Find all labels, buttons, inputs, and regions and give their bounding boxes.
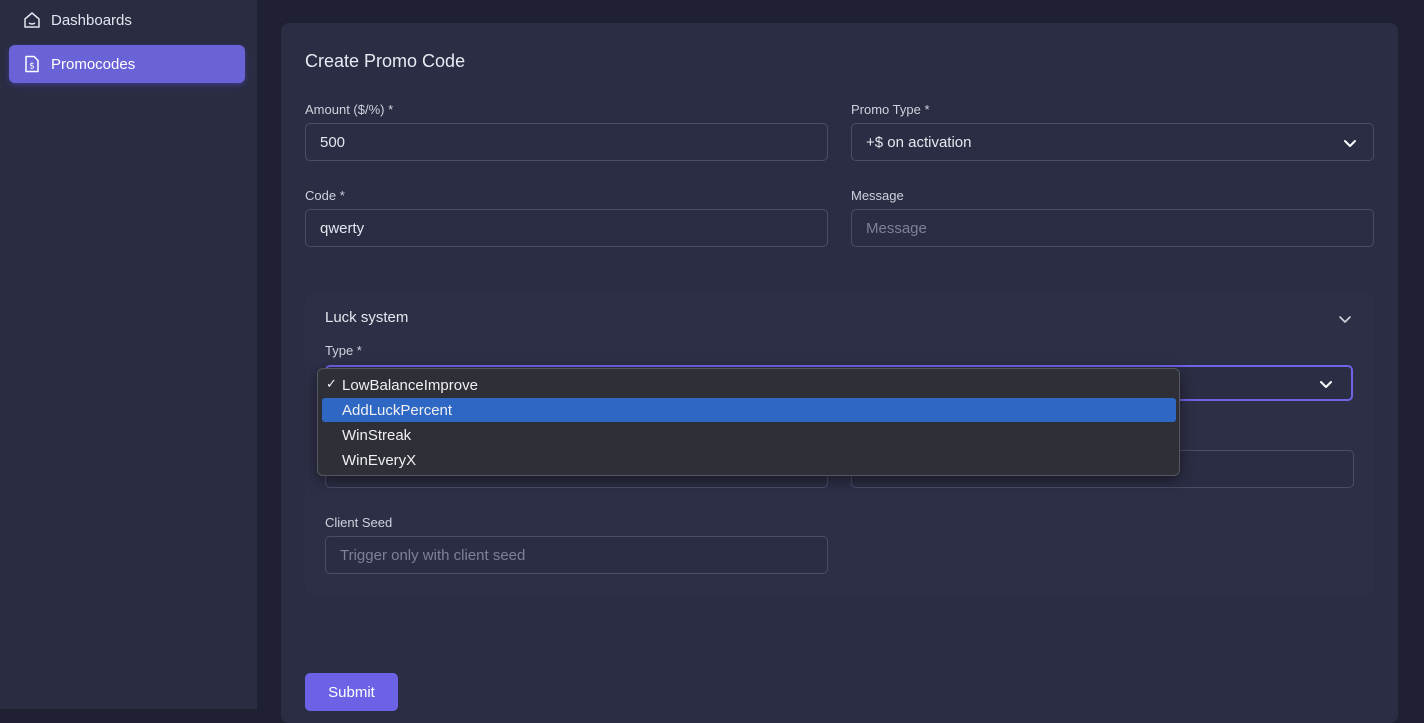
chevron-down-icon bbox=[1344, 140, 1356, 147]
amount-input[interactable]: 500 bbox=[305, 123, 828, 161]
option-label: WinEveryX bbox=[342, 451, 417, 469]
option-label: AddLuckPercent bbox=[342, 401, 453, 419]
svg-text:$: $ bbox=[29, 62, 35, 72]
option-label: LowBalanceImprove bbox=[342, 376, 478, 394]
client-seed-input[interactable]: Trigger only with client seed bbox=[325, 536, 828, 574]
promo-type-select[interactable]: +$ on activation bbox=[851, 123, 1374, 161]
promo-type-label: Promo Type * bbox=[851, 102, 930, 117]
document-dollar-icon: $ bbox=[23, 55, 41, 73]
submit-button[interactable]: Submit bbox=[305, 673, 398, 711]
message-label: Message bbox=[851, 188, 904, 203]
promo-type-value: +$ on activation bbox=[866, 133, 972, 151]
sidebar-item-label: Dashboards bbox=[51, 11, 132, 29]
client-seed-label: Client Seed bbox=[325, 515, 393, 530]
type-dropdown-menu: ✓ LowBalanceImprove AddLuckPercent WinSt… bbox=[317, 368, 1180, 476]
dropdown-option-wineveryx[interactable]: WinEveryX bbox=[322, 448, 1176, 472]
sidebar-item-dashboards[interactable]: Dashboards bbox=[9, 1, 245, 39]
type-label: Type * bbox=[325, 343, 362, 358]
sidebar-item-promocodes[interactable]: $ Promocodes bbox=[9, 45, 245, 83]
amount-label: Amount ($/%) * bbox=[305, 102, 394, 117]
dropdown-option-lowbalanceimprove[interactable]: ✓ LowBalanceImprove bbox=[322, 373, 1176, 397]
main-content: Create Promo Code Amount ($/%) * 500 Pro… bbox=[257, 0, 1424, 723]
home-icon bbox=[23, 11, 41, 29]
code-input[interactable]: qwerty bbox=[305, 209, 828, 247]
message-input[interactable]: Message bbox=[851, 209, 1374, 247]
dropdown-option-winstreak[interactable]: WinStreak bbox=[322, 423, 1176, 447]
chevron-down-icon bbox=[1320, 381, 1332, 388]
dropdown-option-addluckpercent[interactable]: AddLuckPercent bbox=[322, 398, 1176, 422]
chevron-down-icon[interactable] bbox=[1338, 312, 1352, 326]
luck-system-title: Luck system bbox=[325, 309, 409, 326]
page-title: Create Promo Code bbox=[305, 51, 466, 71]
check-icon: ✓ bbox=[326, 376, 337, 391]
option-label: WinStreak bbox=[342, 426, 412, 444]
sidebar-item-label: Promocodes bbox=[51, 55, 136, 73]
code-label: Code * bbox=[305, 188, 345, 203]
sidebar: Dashboards $ Promocodes bbox=[0, 0, 257, 709]
